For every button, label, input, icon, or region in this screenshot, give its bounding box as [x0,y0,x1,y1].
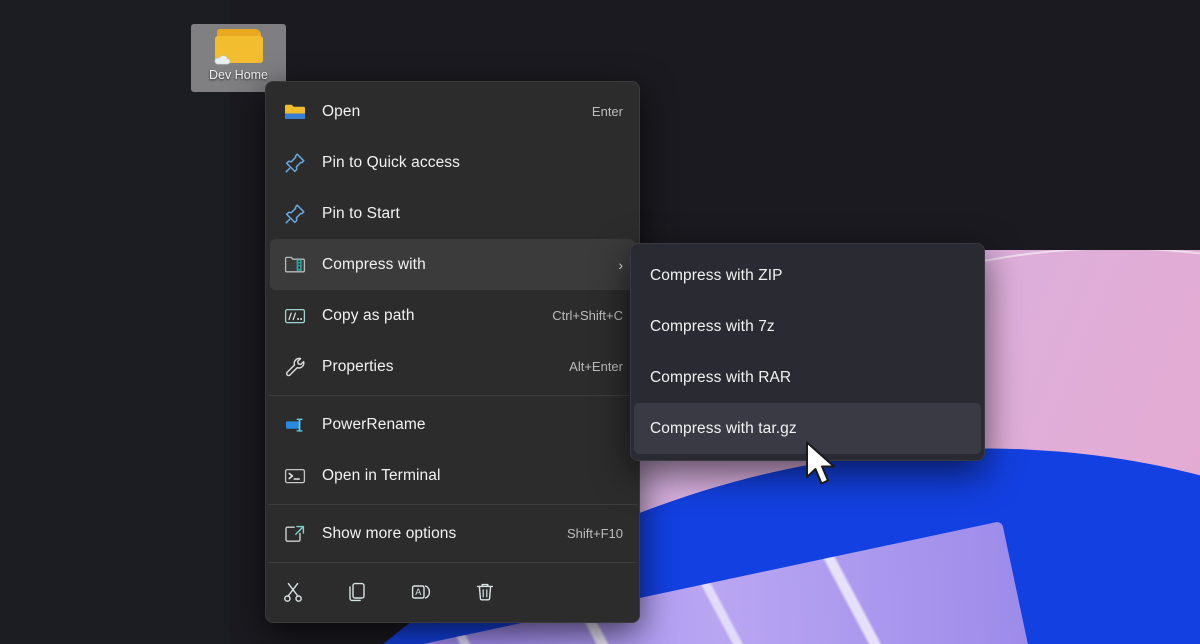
menu-item-label: Open in Terminal [322,467,613,485]
compress-zip-icon [280,253,310,277]
submenu-item-label: Compress with ZIP [650,267,783,285]
folder-icon [213,27,265,67]
menu-item-accel: Shift+F10 [567,526,623,541]
menu-separator [268,395,637,396]
submenu-item-label: Compress with tar.gz [650,420,797,438]
wrench-icon [280,355,310,379]
menu-separator [268,562,637,563]
menu-item-open[interactable]: Open Enter [270,86,635,137]
menu-item-copy-as-path[interactable]: Copy as path Ctrl+Shift+C [270,290,635,341]
menu-item-label: PowerRename [322,416,613,434]
context-menu-command-bar: A [266,566,639,622]
wallpaper-left-dark [0,0,230,644]
copy-path-icon [280,304,310,328]
menu-item-label: Pin to Quick access [322,154,613,172]
menu-item-label: Open [322,103,582,121]
copy-icon [346,581,368,608]
menu-item-label: Pin to Start [322,205,613,223]
pin-icon [280,202,310,226]
terminal-icon [280,464,310,488]
folder-open-icon [280,100,310,124]
submenu-item-compress-7z[interactable]: Compress with 7z [634,301,981,352]
compress-with-submenu: Compress with ZIP Compress with 7z Compr… [630,243,985,461]
desktop-icon-label: Dev Home [209,68,268,82]
menu-item-properties[interactable]: Properties Alt+Enter [270,341,635,392]
menu-item-show-more-options[interactable]: Show more options Shift+F10 [270,508,635,559]
menu-item-pin-to-start[interactable]: Pin to Start [270,188,635,239]
rename-icon: A [410,581,432,608]
svg-text:A: A [415,587,421,597]
menu-item-compress-with[interactable]: Compress with › [270,239,635,290]
desktop-screen: Dev Home Open Enter Pin to Quick access [0,0,1200,644]
menu-item-pin-to-quick-access[interactable]: Pin to Quick access [270,137,635,188]
onedrive-cloud-icon [214,54,231,65]
cut-icon [282,581,304,608]
menu-item-open-in-terminal[interactable]: Open in Terminal [270,450,635,501]
delete-button[interactable] [464,575,506,613]
submenu-item-compress-rar[interactable]: Compress with RAR [634,352,981,403]
menu-item-label: Compress with [322,256,608,274]
rename-button[interactable]: A [400,575,442,613]
pin-icon [280,151,310,175]
cut-button[interactable] [272,575,314,613]
copy-button[interactable] [336,575,378,613]
submenu-item-label: Compress with RAR [650,369,791,387]
context-menu: Open Enter Pin to Quick access Pin to St… [265,81,640,623]
menu-item-powerrename[interactable]: PowerRename [270,399,635,450]
menu-item-accel: Alt+Enter [569,359,623,374]
menu-item-label: Properties [322,358,559,376]
submenu-item-compress-zip[interactable]: Compress with ZIP [634,250,981,301]
show-more-options-icon [280,522,310,546]
menu-item-label: Show more options [322,525,557,543]
powerrename-icon [280,413,310,437]
menu-item-label: Copy as path [322,307,542,325]
menu-separator [268,504,637,505]
menu-item-accel: Ctrl+Shift+C [552,308,623,323]
delete-icon [474,581,496,608]
submenu-item-label: Compress with 7z [650,318,775,336]
chevron-right-icon: › [618,258,623,272]
menu-item-accel: Enter [592,104,623,119]
arrow-pointer [805,441,839,489]
